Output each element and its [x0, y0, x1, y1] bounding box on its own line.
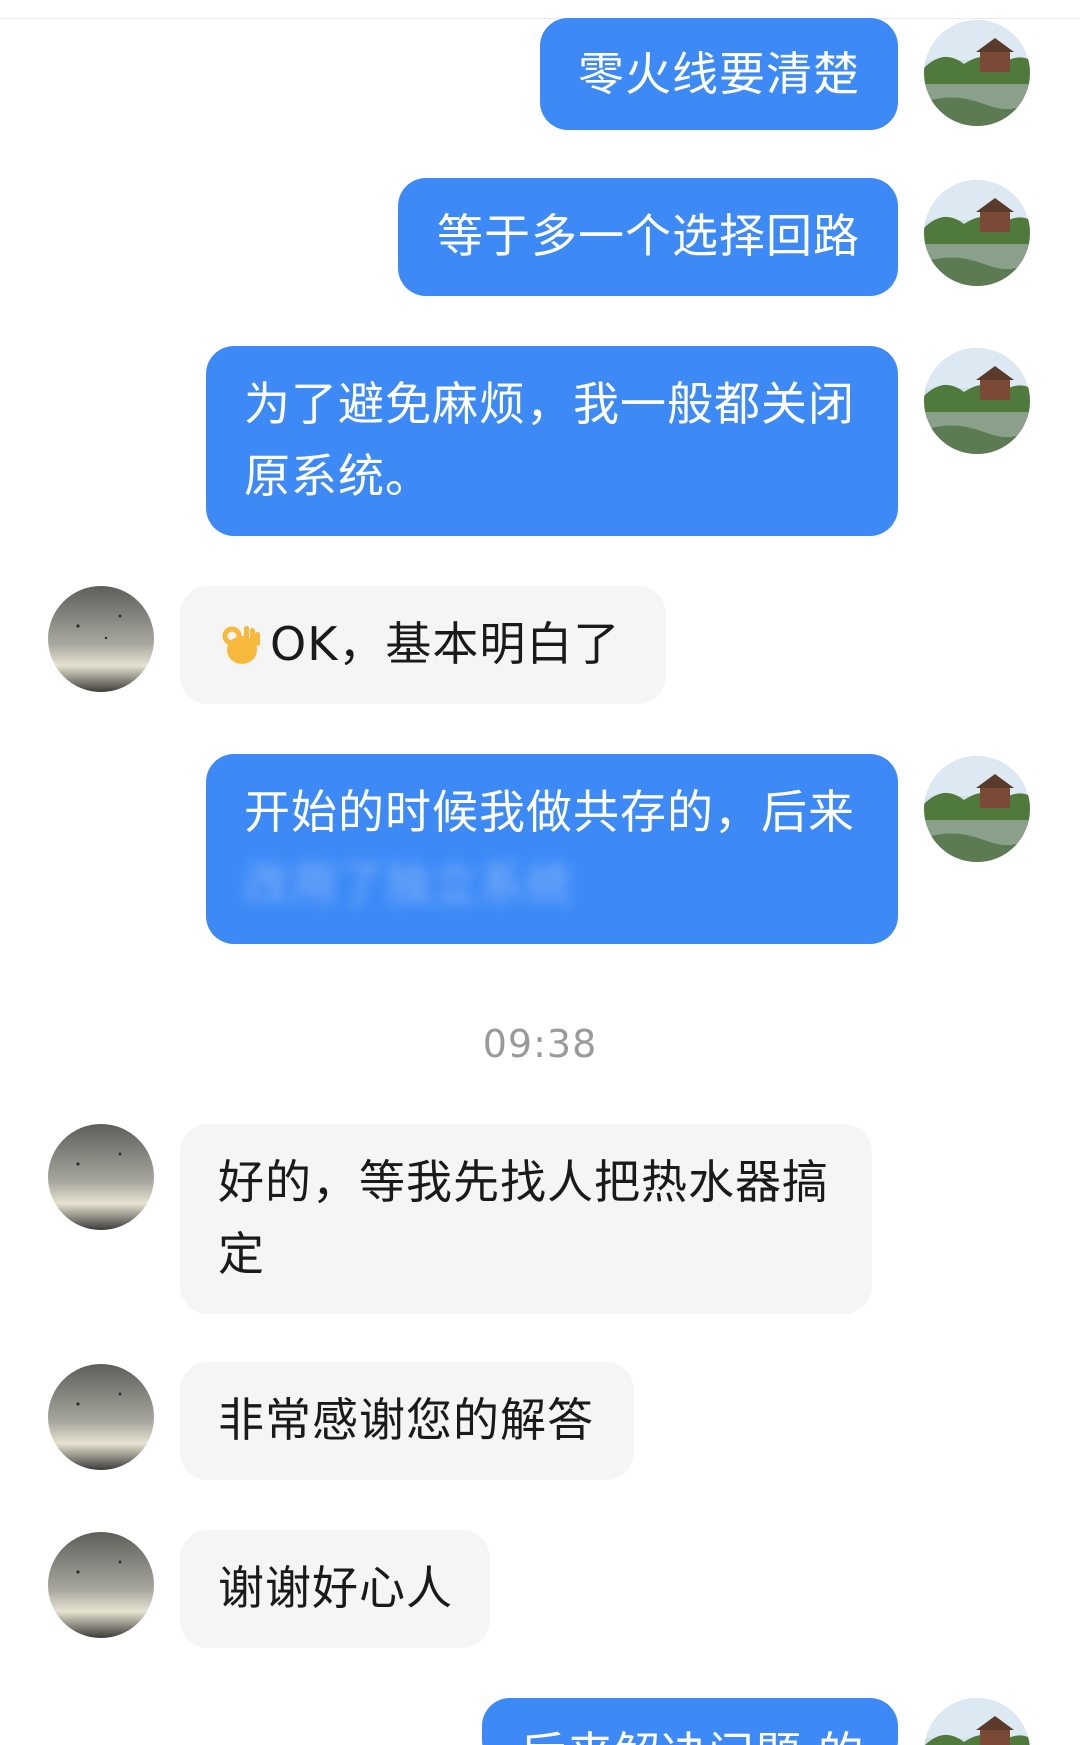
contact-avatar[interactable] — [48, 1364, 154, 1470]
message-text-line-2-blurred: 改用了独立系统 — [244, 857, 573, 911]
message-text: 非常感谢您的解答 — [218, 1393, 594, 1447]
self-avatar[interactable] — [924, 348, 1030, 454]
message-bubble-outgoing[interactable]: 零火线要清楚 — [540, 18, 898, 130]
contact-avatar[interactable] — [48, 1124, 154, 1230]
gray-sky-avatar-icon — [48, 1532, 154, 1638]
gray-sky-avatar-icon — [48, 586, 154, 692]
message-text-partial: 后来解决问题 的 — [520, 1718, 864, 1745]
message-text: 谢谢好心人 — [218, 1561, 453, 1615]
message-text-row: OK，基本明白了 — [218, 608, 628, 680]
self-avatar[interactable] — [924, 180, 1030, 286]
gray-sky-avatar-icon — [48, 1364, 154, 1470]
message-bubble-outgoing[interactable]: 开始的时候我做共存的，后来 改用了独立系统 — [206, 754, 898, 944]
timestamp: 09:38 — [482, 1022, 598, 1066]
self-avatar[interactable] — [924, 1698, 1030, 1745]
message-text: 零火线要清楚 — [578, 47, 860, 101]
message-text-line-2: 定 — [218, 1227, 265, 1281]
message-bubble-incoming[interactable]: OK，基本明白了 — [180, 586, 666, 704]
message-text: 等于多一个选择回路 — [437, 209, 860, 263]
message-text-line-2: 原系统。 — [244, 449, 432, 503]
landscape-avatar-icon — [924, 1698, 1030, 1745]
chat-screen: 零火线要清楚 等于多一个选择回路 为了避免麻烦，我一般都关闭 原系统。 OK，基… — [0, 0, 1080, 1745]
self-avatar[interactable] — [924, 756, 1030, 862]
message-text-line-1: 开始的时候我做共存的，后来 — [244, 785, 855, 839]
message-bubble-incoming[interactable]: 好的，等我先找人把热水器搞 定 — [180, 1124, 872, 1314]
message-bubble-incoming[interactable]: 谢谢好心人 — [180, 1530, 490, 1648]
landscape-avatar-icon — [924, 180, 1030, 286]
message-bubble-outgoing[interactable]: 为了避免麻烦，我一般都关闭 原系统。 — [206, 346, 898, 536]
message-bubble-outgoing[interactable]: 等于多一个选择回路 — [398, 178, 898, 296]
top-divider — [0, 18, 1080, 19]
self-avatar[interactable] — [924, 20, 1030, 126]
message-text: OK，基本明白了 — [270, 617, 621, 671]
landscape-avatar-icon — [924, 756, 1030, 862]
message-text-line-1: 为了避免麻烦，我一般都关闭 — [244, 377, 855, 431]
landscape-avatar-icon — [924, 20, 1030, 126]
message-bubble-incoming[interactable]: 非常感谢您的解答 — [180, 1362, 634, 1480]
ok-hand-emoji-icon — [222, 626, 260, 664]
landscape-avatar-icon — [924, 348, 1030, 454]
message-text-line-1: 好的，等我先找人把热水器搞 — [218, 1155, 829, 1209]
contact-avatar[interactable] — [48, 1532, 154, 1638]
contact-avatar[interactable] — [48, 586, 154, 692]
gray-sky-avatar-icon — [48, 1124, 154, 1230]
message-bubble-outgoing[interactable]: 后来解决问题 的 — [482, 1698, 898, 1745]
